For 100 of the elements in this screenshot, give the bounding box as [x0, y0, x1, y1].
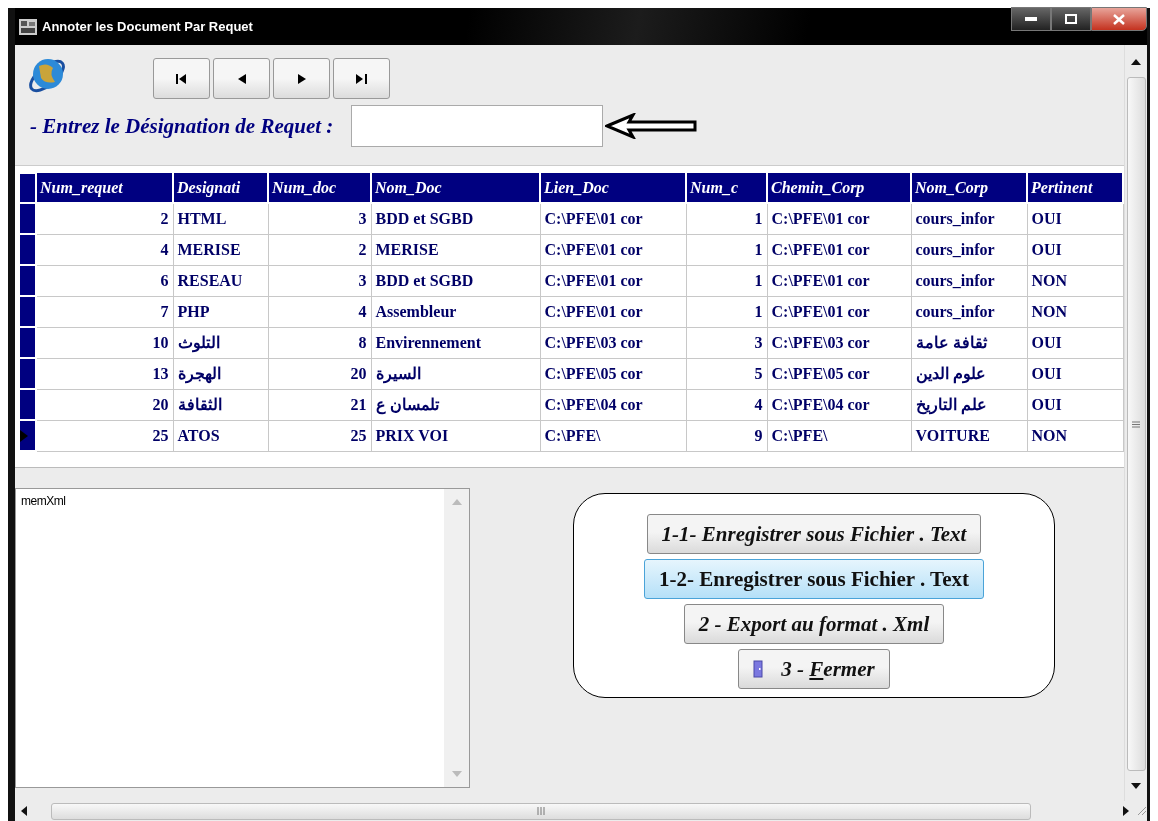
query-label: - Entrez le Désignation de Requet :	[30, 113, 334, 139]
table-cell: 6	[36, 265, 173, 296]
table-cell: cours_infor	[911, 203, 1027, 234]
close-button[interactable]	[1091, 7, 1147, 31]
navigator-button[interactable]	[333, 58, 390, 99]
minimize-button[interactable]	[1011, 7, 1051, 31]
row-indicator[interactable]	[19, 358, 36, 389]
table-cell: 4	[268, 296, 371, 327]
table-cell: MERISE	[173, 234, 268, 265]
table-cell: cours_infor	[911, 265, 1027, 296]
previous-record-icon	[237, 73, 246, 84]
action-button[interactable]: 2 - Export au format . Xml	[683, 604, 945, 644]
table-cell: ثقافة عامة	[911, 327, 1027, 358]
table-cell: OUI	[1027, 234, 1123, 265]
navigator-button[interactable]	[153, 58, 210, 99]
table-cell: 3	[268, 265, 371, 296]
scroll-left-icon[interactable]	[19, 806, 29, 816]
table-cell: 4	[686, 389, 767, 420]
table-cell: الهجرة	[173, 358, 268, 389]
grip-icon	[537, 807, 546, 815]
maximize-button[interactable]	[1051, 7, 1091, 31]
table-cell: 9	[686, 420, 767, 451]
table-cell: cours_infor	[911, 296, 1027, 327]
query-input[interactable]	[351, 105, 604, 147]
table-cell: C:\PFE\01 cor	[540, 234, 686, 265]
table-cell: RESEAU	[173, 265, 268, 296]
table-cell: 20	[36, 389, 173, 420]
table-cell: الثقافة	[173, 389, 268, 420]
table-cell: OUI	[1027, 358, 1123, 389]
table-cell: BDD et SGBD	[371, 265, 540, 296]
table-cell: علم التاريخ	[911, 389, 1027, 420]
action-button[interactable]: 3 - Fermer	[738, 649, 890, 689]
table-cell: C:\PFE\01 cor	[767, 265, 911, 296]
table-cell: BDD et SGBD	[371, 203, 540, 234]
table-cell: 4	[36, 234, 173, 265]
table-cell: NON	[1027, 296, 1123, 327]
table-cell: OUI	[1027, 327, 1123, 358]
table-cell: VOITURE	[911, 420, 1027, 451]
table-cell: 1	[686, 265, 767, 296]
door-icon	[753, 660, 764, 678]
table-cell: MERISE	[371, 234, 540, 265]
column-header[interactable]: Pertinent	[1027, 173, 1123, 203]
row-indicator[interactable]	[19, 420, 36, 451]
column-header[interactable]: Nom_Corp	[911, 173, 1027, 203]
table-cell: 10	[36, 327, 173, 358]
table-cell: C:\PFE\01 cor	[767, 234, 911, 265]
row-indicator[interactable]	[19, 234, 36, 265]
table-cell: 20	[268, 358, 371, 389]
next-record-icon	[297, 73, 306, 84]
column-header[interactable]: Designati	[173, 173, 268, 203]
close-icon	[1113, 13, 1125, 25]
table-cell: C:\PFE\03 cor	[767, 327, 911, 358]
table-cell: تلمسان ع	[371, 389, 540, 420]
scrollbar-thumb[interactable]	[51, 802, 1032, 820]
column-header[interactable]: Chemin_Corp	[767, 173, 911, 203]
table-cell: HTML	[173, 203, 268, 234]
table-cell: 21	[268, 389, 371, 420]
table-cell: 2	[36, 203, 173, 234]
column-header[interactable]: Num_doc	[268, 173, 371, 203]
table-cell: C:\PFE\	[540, 420, 686, 451]
table-cell: C:\PFE\05 cor	[767, 358, 911, 389]
table-cell: C:\PFE\01 cor	[540, 296, 686, 327]
window-title: Annoter les Document Par Requet	[42, 19, 254, 34]
table-cell: C:\PFE\	[767, 420, 911, 451]
row-indicator[interactable]	[19, 327, 36, 358]
table-cell: ATOS	[173, 420, 268, 451]
column-header[interactable]: Nom_Doc	[371, 173, 540, 203]
scroll-down-icon[interactable]	[1131, 781, 1141, 791]
scroll-up-icon[interactable]	[1131, 57, 1141, 67]
action-button[interactable]: 1-1- Enregistrer sous Fichier . Text	[646, 514, 982, 554]
table-cell: Envirennement	[371, 327, 540, 358]
table-cell: 8	[268, 327, 371, 358]
row-indicator[interactable]	[19, 203, 36, 234]
maximize-icon	[1065, 14, 1077, 24]
table-cell: cours_infor	[911, 234, 1027, 265]
scrollbar-thumb[interactable]	[1126, 77, 1146, 771]
grip-icon	[1132, 420, 1140, 428]
table-cell: C:\PFE\04 cor	[540, 389, 686, 420]
table-cell: 25	[268, 420, 371, 451]
table-cell: C:\PFE\04 cor	[767, 389, 911, 420]
table-cell: 1	[686, 234, 767, 265]
row-indicator[interactable]	[19, 265, 36, 296]
resize-grip-icon[interactable]	[1137, 806, 1147, 816]
table-cell: 13	[36, 358, 173, 389]
table-cell: C:\PFE\05 cor	[540, 358, 686, 389]
table-cell: C:\PFE\01 cor	[767, 296, 911, 327]
row-indicator[interactable]	[19, 389, 36, 420]
action-button[interactable]: 1-2- Enregistrer sous Fichier . Text	[644, 559, 984, 599]
table-cell: 1	[686, 296, 767, 327]
first-record-icon	[176, 73, 187, 84]
column-header[interactable]: Num_requet	[36, 173, 173, 203]
table-cell: علوم الدين	[911, 358, 1027, 389]
column-header[interactable]: Lien_Doc	[540, 173, 686, 203]
table-cell: NON	[1027, 265, 1123, 296]
table-cell: التلوث	[173, 327, 268, 358]
column-header[interactable]: Num_c	[686, 173, 767, 203]
row-indicator[interactable]	[19, 296, 36, 327]
table-cell: PRIX VOI	[371, 420, 540, 451]
table-cell: 5	[686, 358, 767, 389]
indicator-header	[19, 173, 36, 203]
